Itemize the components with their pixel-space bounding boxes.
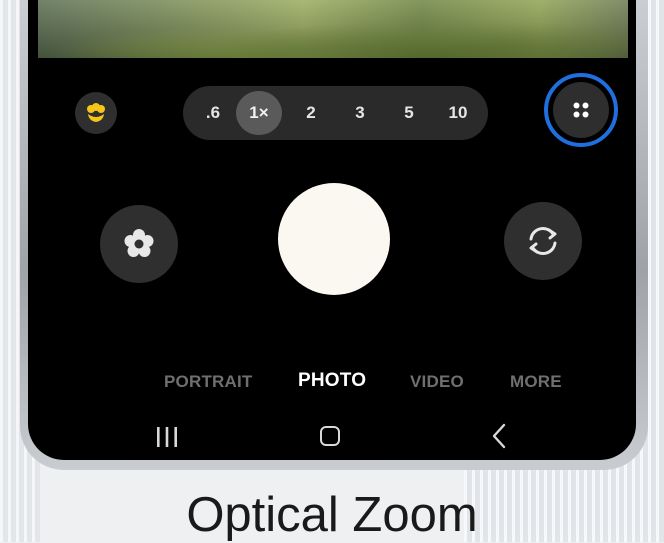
camera-viewfinder[interactable] (38, 0, 628, 58)
effects-button[interactable] (100, 205, 178, 283)
zoom-option-10[interactable]: 10 (436, 86, 480, 140)
zoom-option-2[interactable]: 2 (289, 86, 333, 140)
home-icon[interactable] (320, 426, 340, 446)
back-icon[interactable] (490, 422, 508, 450)
flip-camera-button[interactable] (504, 202, 582, 280)
recents-icon[interactable] (155, 426, 179, 448)
zoom-option-5[interactable]: 5 (387, 86, 431, 140)
mode-photo[interactable]: PHOTO (298, 370, 366, 392)
zoom-selector: .6 1× 2 3 5 10 (183, 86, 488, 140)
quick-settings-button[interactable] (553, 82, 609, 138)
mode-portrait[interactable]: PORTRAIT (164, 372, 252, 392)
caption-title: Optical Zoom (186, 488, 478, 542)
mode-more[interactable]: MORE (510, 372, 562, 392)
camera-screen: .6 1× 2 3 5 10 PORTRAIT PHOTO VIDEO MORE (28, 0, 636, 460)
camera-flip-icon (529, 227, 557, 255)
grid-dots-icon (573, 102, 589, 118)
flower-icon (87, 103, 105, 122)
zoom-option-1x[interactable]: 1× (236, 91, 282, 135)
shutter-button[interactable] (278, 183, 390, 295)
macro-mode-button[interactable] (75, 92, 117, 134)
mode-video[interactable]: VIDEO (410, 372, 464, 392)
viewfinder-shade (38, 0, 628, 58)
zoom-option-0-6[interactable]: .6 (191, 86, 235, 140)
filter-flower-icon (124, 229, 154, 257)
highlight-ring (544, 73, 618, 147)
zoom-option-3[interactable]: 3 (338, 86, 382, 140)
